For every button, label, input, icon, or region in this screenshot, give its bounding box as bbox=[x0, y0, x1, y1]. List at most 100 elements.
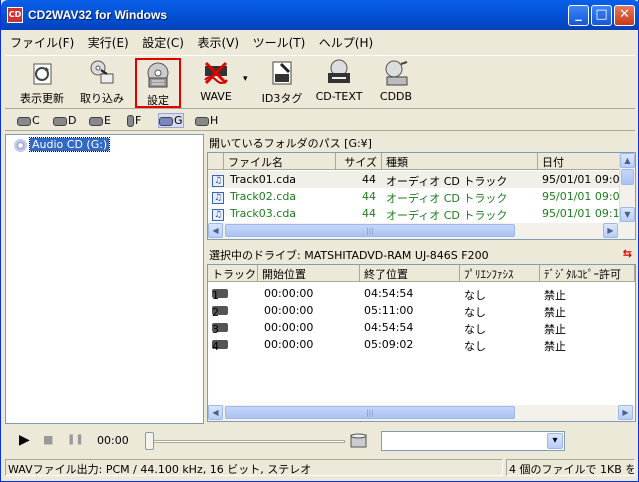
file-date: 95/01/01 09:00 bbox=[542, 173, 627, 186]
track-digital-copy: 禁止 bbox=[544, 323, 566, 336]
menu-file[interactable]: ファイル(F) bbox=[5, 32, 79, 53]
file-name: Track02.cda bbox=[230, 190, 297, 203]
seek-thumb[interactable] bbox=[145, 432, 154, 450]
track-preemphasis: なし bbox=[464, 323, 486, 336]
drive-icon bbox=[127, 115, 134, 127]
player-bar: ▶ ■ ❚❚ 00:00 ▾ bbox=[5, 426, 635, 456]
col-date[interactable]: 日付 bbox=[538, 153, 620, 170]
menu-view[interactable]: 表示(V) bbox=[192, 32, 244, 53]
track-start: 00:00:00 bbox=[264, 287, 314, 300]
track-start: 00:00:00 bbox=[264, 321, 314, 334]
drive-icon bbox=[195, 116, 209, 126]
right-panel: 開いているフォルダのパス [G:¥] ファイル名 サイズ 種類 日付 ♫ Trac… bbox=[207, 134, 636, 422]
track-preemphasis: なし bbox=[464, 340, 486, 353]
drive-f[interactable]: F bbox=[127, 114, 141, 127]
drive-name-text: 選択中のドライブ: MATSHITADVD-RAM UJ-846S F200 bbox=[209, 249, 489, 262]
track-digital-copy: 禁止 bbox=[544, 340, 566, 353]
file-row[interactable]: ♫ Track03.cda 44 オーディオ CD トラック 95/01/01 09:1… bbox=[208, 205, 627, 222]
maximize-button[interactable]: □ bbox=[591, 5, 612, 26]
file-size: 44 bbox=[362, 173, 376, 186]
col-preemphasis[interactable]: ﾌﾟﾘｴﾝﾌｧｼｽ bbox=[460, 265, 540, 282]
drive-d[interactable]: D bbox=[53, 114, 76, 127]
app-icon: CD bbox=[7, 7, 23, 23]
drive-e[interactable]: E bbox=[89, 114, 111, 127]
load-button[interactable]: 取り込み bbox=[77, 58, 127, 108]
col-type[interactable]: 種類 bbox=[382, 153, 538, 170]
file-list-vscroll[interactable]: ▲ ▼ bbox=[619, 153, 635, 223]
cddb-button[interactable]: CDDB bbox=[375, 58, 417, 108]
wave-button[interactable]: WAVE bbox=[195, 58, 237, 108]
title-bar[interactable]: CD CD2WAV32 for Windows _ □ ✕ bbox=[1, 0, 639, 30]
col-size[interactable]: サイズ bbox=[336, 153, 382, 170]
col-start[interactable]: 開始位置 bbox=[258, 265, 360, 282]
refresh-icon bbox=[33, 63, 52, 85]
file-list-hscroll[interactable]: ◀ ||| ▶ bbox=[208, 223, 635, 239]
stop-button[interactable]: ■ bbox=[43, 433, 53, 446]
drive-select[interactable]: ▾ bbox=[381, 431, 565, 451]
scroll-thumb[interactable]: ||| bbox=[225, 406, 515, 419]
drive-c[interactable]: C bbox=[17, 114, 40, 127]
track-row[interactable]: 4 00:00:00 05:09:02 なし 禁止 bbox=[208, 336, 635, 353]
scroll-right-button[interactable]: ▶ bbox=[603, 223, 618, 238]
minimize-button[interactable]: _ bbox=[568, 5, 589, 26]
dropdown-arrow-icon[interactable]: ▾ bbox=[547, 433, 563, 449]
seek-track[interactable] bbox=[145, 440, 345, 443]
drive-icon bbox=[17, 116, 31, 126]
menu-settings[interactable]: 設定(C) bbox=[137, 32, 189, 53]
col-track[interactable]: トラック bbox=[208, 265, 258, 282]
scroll-left-button[interactable]: ◀ bbox=[208, 223, 223, 238]
track-start: 00:00:00 bbox=[264, 338, 314, 351]
col-end[interactable]: 終了位置 bbox=[360, 265, 460, 282]
scroll-right-button[interactable]: ▶ bbox=[618, 405, 633, 420]
main-window: CD CD2WAV32 for Windows _ □ ✕ ファイル(F) 実行… bbox=[0, 0, 639, 482]
track-digital-copy: 禁止 bbox=[544, 289, 566, 302]
file-type: オーディオ CD トラック bbox=[386, 192, 508, 205]
drive-h[interactable]: H bbox=[195, 114, 218, 127]
scroll-left-button[interactable]: ◀ bbox=[208, 405, 223, 420]
play-button[interactable]: ▶ bbox=[19, 432, 30, 448]
time-display: 00:00 bbox=[97, 434, 129, 447]
file-row[interactable]: ♫ Track01.cda 44 オーディオ CD トラック 95/01/01 09:0… bbox=[208, 171, 627, 188]
track-row[interactable]: 1 00:00:00 04:54:54 なし 禁止 bbox=[208, 285, 635, 302]
file-type: オーディオ CD トラック bbox=[386, 175, 508, 188]
id3-tag-button[interactable]: ID3タグ bbox=[261, 58, 303, 108]
scroll-down-button[interactable]: ▼ bbox=[620, 207, 635, 222]
file-size: 44 bbox=[362, 190, 376, 203]
refresh-button[interactable]: 表示更新 bbox=[17, 58, 67, 108]
cd-text-button[interactable]: CD-TEXT bbox=[311, 58, 367, 108]
tree-node-audio-cd[interactable]: Audio CD (G:) bbox=[14, 137, 111, 152]
scroll-up-button[interactable]: ▲ bbox=[620, 153, 635, 168]
drive-icon bbox=[350, 433, 367, 448]
close-button[interactable]: ✕ bbox=[614, 5, 635, 26]
folder-tree[interactable]: Audio CD (G:) bbox=[5, 134, 204, 424]
wave-dropdown-arrow[interactable]: ▾ bbox=[243, 74, 248, 84]
menu-help[interactable]: ヘルプ(H) bbox=[314, 32, 378, 53]
drive-icon bbox=[53, 116, 67, 126]
drive-bar: C D E F G H bbox=[5, 111, 635, 131]
drive-g[interactable]: G bbox=[158, 113, 184, 128]
track-list-header: トラック 開始位置 終了位置 ﾌﾟﾘｴﾝﾌｧｼｽ ﾃﾞｼﾞﾀﾙｺﾋﾟｰ許可 bbox=[208, 265, 635, 282]
settings-icon bbox=[147, 62, 169, 88]
toolbar: 表示更新 取り込み 設定 WAVE ▾ ID3タグ CD-TEXT CDDB bbox=[5, 55, 635, 109]
settings-button[interactable]: 設定 bbox=[135, 58, 181, 108]
wave-icon bbox=[204, 61, 228, 85]
track-row[interactable]: 2 00:00:00 05:11:00 なし 禁止 bbox=[208, 302, 635, 319]
swap-arrows-icon[interactable]: ⇆ bbox=[623, 247, 632, 260]
cd-icon bbox=[14, 138, 27, 152]
col-filename[interactable]: ファイル名 bbox=[224, 153, 336, 170]
file-row[interactable]: ♫ Track02.cda 44 オーディオ CD トラック 95/01/01 09:0… bbox=[208, 188, 627, 205]
col-digital-copy[interactable]: ﾃﾞｼﾞﾀﾙｺﾋﾟｰ許可 bbox=[540, 265, 635, 282]
file-list[interactable]: ファイル名 サイズ 種類 日付 ♫ Track01.cda 44 オーディオ CD ト… bbox=[207, 152, 636, 240]
menu-run[interactable]: 実行(E) bbox=[83, 32, 134, 53]
status-bar: WAVファイル出力: PCM / 44.100 kHz, 16 ビット, ステレ… bbox=[5, 458, 635, 478]
track-preemphasis: なし bbox=[464, 306, 486, 319]
menu-tools[interactable]: ツール(T) bbox=[248, 32, 311, 53]
scroll-thumb[interactable]: ||| bbox=[225, 224, 515, 237]
track-list-hscroll[interactable]: ◀ ||| ▶ bbox=[208, 405, 635, 421]
pause-button[interactable]: ❚❚ bbox=[67, 434, 84, 445]
track-row[interactable]: 3 00:00:00 04:54:54 なし 禁止 bbox=[208, 319, 635, 336]
track-list[interactable]: トラック 開始位置 終了位置 ﾌﾟﾘｴﾝﾌｧｼｽ ﾃﾞｼﾞﾀﾙｺﾋﾟｰ許可 10… bbox=[207, 264, 636, 422]
scroll-thumb[interactable] bbox=[621, 169, 634, 185]
cddb-icon bbox=[385, 60, 408, 86]
track-preemphasis: なし bbox=[464, 289, 486, 302]
